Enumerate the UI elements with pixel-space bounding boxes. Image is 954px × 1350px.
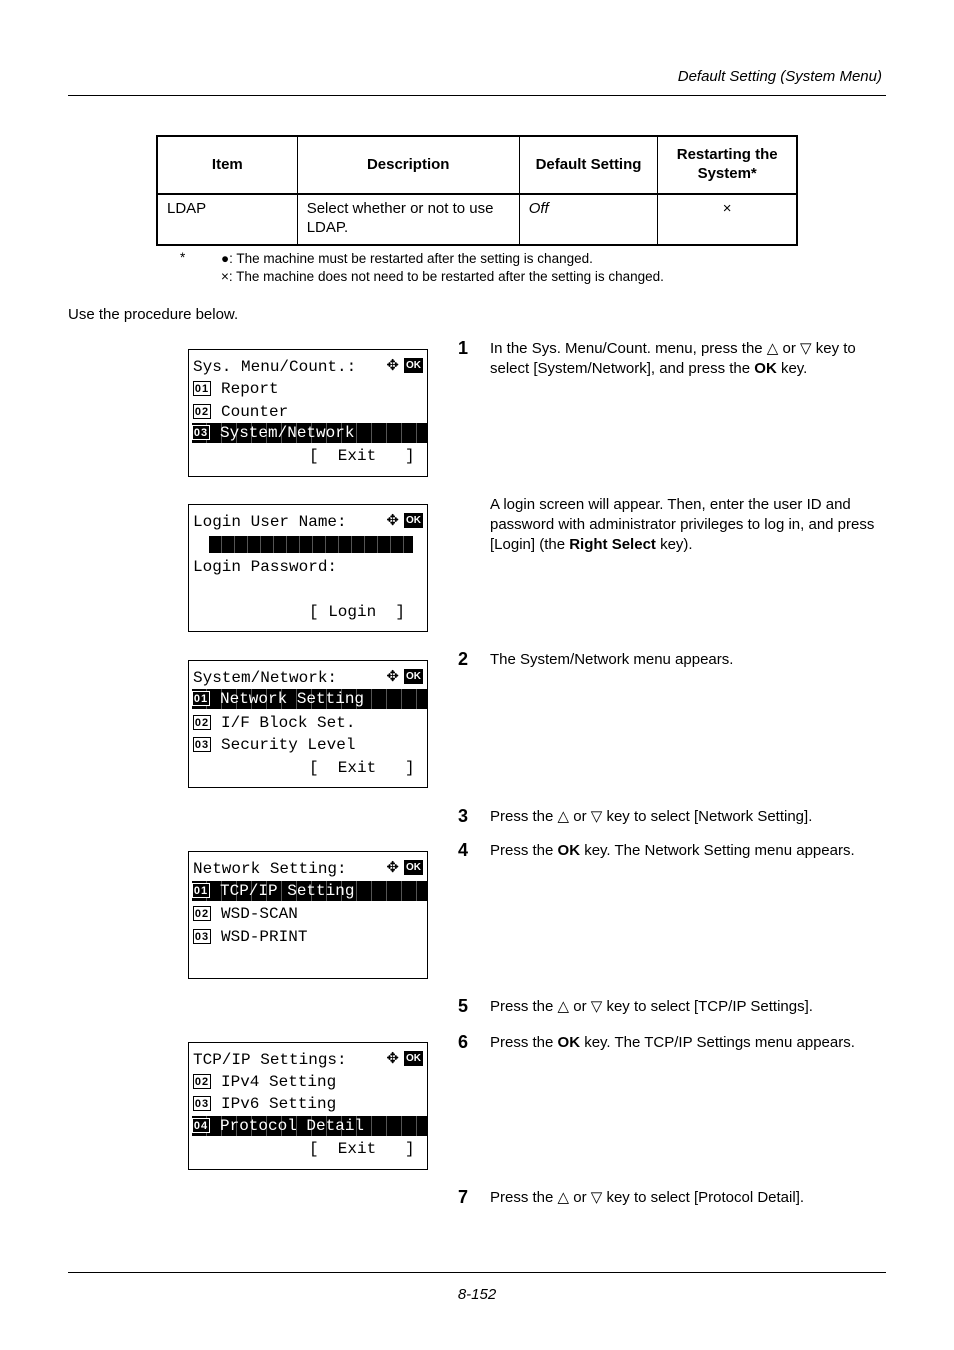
step-text: Press the △ or ▽ key to select [TCP/IP S…: [490, 998, 813, 1015]
lcd-menu-item[interactable]: 02 WSD-SCAN: [193, 904, 427, 924]
footnote-text-2: : The machine does not need to be restar…: [228, 269, 664, 284]
footnote-text-1: : The machine must be restarted after th…: [229, 251, 593, 266]
step-number: 2: [458, 649, 469, 669]
step-number: 1: [458, 338, 469, 358]
bullet-icon: ●: [221, 251, 230, 266]
item-number-icon: 01: [192, 883, 210, 899]
running-header: Default Setting (System Menu): [677, 68, 882, 85]
intro-text: Use the procedure below.: [68, 306, 239, 323]
item-label: Protocol Detail: [220, 1117, 365, 1135]
item-label: TCP/IP Setting: [220, 882, 355, 900]
item-number-icon: 04: [192, 1118, 210, 1134]
lcd-menu-item-selected[interactable]: 03 System/Network: [192, 423, 427, 443]
step-number: 4: [458, 840, 469, 860]
ok-key-icon: OK: [404, 669, 423, 684]
lcd-menu-item[interactable]: 03 IPv6 Setting: [193, 1094, 427, 1114]
lcd-screen-network-setting: Network Setting: ✥ OK 01 TCP/IP Setting 0…: [188, 851, 428, 979]
item-label: I/F Block Set.: [221, 714, 356, 732]
step-number: 3: [458, 806, 469, 826]
lcd-screen-system-network: System/Network: ✥ OK 01 Network Setting 0…: [188, 660, 428, 788]
lcd-menu-item[interactable]: 03 Security Level: [193, 735, 427, 755]
item-label: Security Level: [221, 736, 356, 754]
softkey-exit[interactable]: [ Exit ]: [309, 446, 427, 466]
settings-table: Item Description Default Setting Restart…: [156, 135, 798, 246]
item-number-icon: 02: [193, 715, 211, 731]
arrow-keys-icon: ✥: [386, 356, 399, 374]
item-number-icon: 01: [193, 381, 211, 397]
arrow-keys-icon: ✥: [386, 1049, 399, 1067]
item-label: Counter: [221, 403, 289, 421]
item-number-icon: 03: [193, 737, 211, 753]
table-header-row: Item Description Default Setting Restart…: [156, 135, 798, 195]
item-number-icon: 03: [192, 425, 210, 441]
item-number-icon: 02: [193, 404, 211, 420]
col-header-item: Item: [156, 135, 298, 195]
page-number: 8-152: [457, 1286, 497, 1303]
step-text: Press the △ or ▽ key to select [Protocol…: [490, 1189, 805, 1206]
lcd-screen-sys-menu: Sys. Menu/Count.: ✥ OK 01 Report 02 Counte…: [188, 349, 428, 477]
step-number: 7: [458, 1187, 469, 1207]
item-label: WSD-SCAN: [221, 905, 298, 923]
step-text: In the Sys. Menu/Count. menu, press the …: [490, 340, 856, 377]
softkey-login[interactable]: [ Login ]: [309, 602, 427, 622]
item-number-icon: 03: [193, 929, 211, 945]
password-label: Login Password:: [193, 558, 338, 576]
item-number-icon: 03: [193, 1096, 211, 1112]
item-label: Network Setting: [220, 690, 365, 708]
softkey-exit[interactable]: [ Exit ]: [309, 1139, 427, 1159]
step-text: The System/Network menu appears.: [490, 651, 734, 668]
footnote-line-2: ×: The machine does not need to be resta…: [221, 269, 664, 284]
arrow-keys-icon: ✥: [386, 858, 399, 876]
user-name-input[interactable]: [209, 536, 413, 553]
lcd-menu-item[interactable]: 01 Report: [193, 379, 427, 399]
footnote-asterisk: *: [180, 250, 186, 265]
arrow-keys-icon: ✥: [386, 511, 399, 529]
lcd-screen-tcpip-settings: TCP/IP Settings: ✥ OK 02 IPv4 Setting 03 I…: [188, 1042, 428, 1170]
cross-icon: ×: [221, 269, 229, 284]
step-text: Press the △ or ▽ key to select [Network …: [490, 808, 813, 825]
item-number-icon: 01: [192, 691, 210, 707]
footer-rule: [68, 1272, 886, 1273]
step-number: 6: [458, 1032, 469, 1052]
item-label: WSD-PRINT: [221, 928, 308, 946]
table-row: LDAP Select whether or not to use LDAP. …: [156, 193, 798, 245]
lcd-menu-item[interactable]: 03 WSD-PRINT: [193, 927, 427, 947]
footnote-line-1: ●: The machine must be restarted after t…: [221, 251, 593, 266]
item-label: System/Network: [220, 424, 355, 442]
step-number: 5: [458, 996, 469, 1016]
cell-item: LDAP: [156, 193, 298, 245]
item-label: IPv6 Setting: [221, 1095, 337, 1113]
col-header-description: Description: [296, 135, 520, 195]
lcd-menu-item[interactable]: 02 IPv4 Setting: [193, 1072, 427, 1092]
softkey-exit[interactable]: [ Exit ]: [309, 758, 427, 778]
ok-key-icon: OK: [404, 513, 423, 528]
ok-key-icon: OK: [404, 1051, 423, 1066]
lcd-screen-login: Login User Name: ✥ OK Login Password: [ …: [188, 504, 428, 632]
item-number-icon: 02: [193, 1074, 211, 1090]
lcd-menu-item[interactable]: 02 I/F Block Set.: [193, 713, 427, 733]
col-header-restart: Restarting the System*: [657, 135, 798, 195]
lcd-menu-item-selected[interactable]: 01 TCP/IP Setting: [192, 881, 427, 901]
lcd-menu-item[interactable]: 02 Counter: [193, 402, 427, 422]
arrow-keys-icon: ✥: [386, 667, 399, 685]
cell-description: Select whether or not to use LDAP.: [296, 193, 520, 245]
col-header-default: Default Setting: [518, 135, 659, 195]
lcd-menu-item-selected[interactable]: 01 Network Setting: [192, 689, 427, 709]
item-label: IPv4 Setting: [221, 1073, 337, 1091]
item-number-icon: 02: [193, 906, 211, 922]
ok-key-icon: OK: [404, 358, 423, 373]
cell-default: Off: [518, 193, 659, 245]
step-text: Press the OK key. The Network Setting me…: [490, 842, 855, 859]
step-text: A login screen will appear. Then, enter …: [490, 496, 875, 553]
header-rule: [68, 95, 886, 96]
ok-key-icon: OK: [404, 860, 423, 875]
cell-restart: ×: [657, 193, 798, 245]
step-text: Press the OK key. The TCP/IP Settings me…: [490, 1034, 855, 1051]
item-label: Report: [221, 380, 279, 398]
lcd-menu-item-selected[interactable]: 04 Protocol Detail: [192, 1116, 427, 1136]
